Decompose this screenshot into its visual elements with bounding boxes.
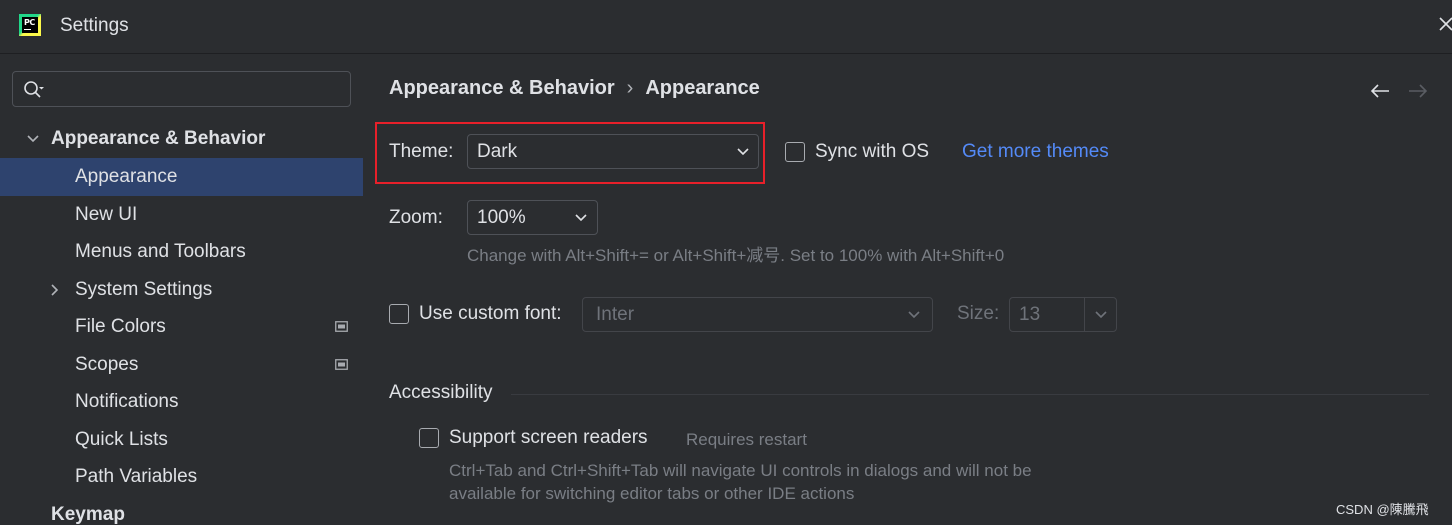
settings-sidebar: Appearance & Behavior Appearance New UI … bbox=[0, 55, 363, 525]
tree-item-label: System Settings bbox=[75, 279, 213, 300]
font-size-label: Size: bbox=[957, 303, 1000, 324]
settings-search-input[interactable] bbox=[53, 76, 343, 102]
forward-arrow-icon[interactable] bbox=[1407, 81, 1429, 101]
tree-item-system-settings[interactable]: System Settings bbox=[0, 271, 363, 309]
chevron-down-icon[interactable] bbox=[26, 132, 40, 146]
close-icon[interactable] bbox=[1436, 12, 1452, 36]
zoom-label: Zoom: bbox=[389, 207, 443, 228]
tree-item-new-ui[interactable]: New UI bbox=[0, 196, 363, 234]
project-level-icon bbox=[335, 321, 348, 332]
support-screen-readers-checkbox[interactable] bbox=[419, 428, 439, 448]
chevron-down-icon bbox=[908, 311, 920, 319]
tree-item-quick-lists[interactable]: Quick Lists bbox=[0, 421, 363, 459]
section-divider bbox=[511, 394, 1429, 395]
breadcrumb: Appearance & Behavior › Appearance bbox=[389, 77, 760, 100]
theme-dropdown-value: Dark bbox=[477, 141, 518, 162]
project-level-icon bbox=[335, 359, 348, 370]
tree-item-appearance-behavior[interactable]: Appearance & Behavior bbox=[0, 120, 363, 158]
breadcrumb-separator: › bbox=[626, 77, 634, 99]
window-title: Settings bbox=[60, 15, 129, 36]
accessibility-hint-line-2: available for switching editor tabs or o… bbox=[449, 484, 855, 503]
settings-content: Appearance & Behavior › Appearance Theme: … bbox=[363, 55, 1452, 525]
search-icon bbox=[24, 81, 44, 98]
accessibility-heading: Accessibility bbox=[389, 382, 493, 403]
settings-search-box[interactable] bbox=[12, 71, 351, 107]
use-custom-font-label[interactable]: Use custom font: bbox=[419, 303, 562, 325]
requires-restart-note: Requires restart bbox=[686, 430, 807, 449]
zoom-hint: Change with Alt+Shift+= or Alt+Shift+减号.… bbox=[467, 246, 1005, 265]
zoom-dropdown-value: 100% bbox=[477, 207, 526, 228]
tree-item-label: Keymap bbox=[51, 504, 125, 525]
chevron-down-icon bbox=[1095, 311, 1107, 319]
tree-item-label: Scopes bbox=[75, 354, 139, 375]
tree-item-label: Path Variables bbox=[75, 466, 198, 487]
sync-with-os-label[interactable]: Sync with OS bbox=[815, 141, 929, 163]
get-more-themes-link[interactable]: Get more themes bbox=[962, 141, 1109, 163]
tree-item-label: Quick Lists bbox=[75, 429, 168, 450]
pycharm-logo-icon: PC bbox=[19, 14, 41, 36]
chevron-down-icon bbox=[737, 148, 749, 156]
zoom-dropdown[interactable]: 100% bbox=[467, 200, 598, 235]
tree-item-notifications[interactable]: Notifications bbox=[0, 383, 363, 421]
accessibility-hint-line-1: Ctrl+Tab and Ctrl+Shift+Tab will navigat… bbox=[449, 461, 1032, 480]
custom-font-dropdown[interactable]: Inter bbox=[582, 297, 933, 332]
theme-dropdown[interactable]: Dark bbox=[467, 134, 759, 169]
tree-item-path-variables[interactable]: Path Variables bbox=[0, 458, 363, 496]
tree-item-label: File Colors bbox=[75, 316, 166, 337]
tree-item-scopes[interactable]: Scopes bbox=[0, 346, 363, 384]
support-screen-readers-label[interactable]: Support screen readers bbox=[449, 427, 648, 449]
custom-font-value: Inter bbox=[596, 304, 635, 325]
title-bar: PC Settings bbox=[0, 0, 1452, 54]
tree-item-keymap[interactable]: Keymap bbox=[0, 496, 363, 525]
chevron-down-icon bbox=[575, 214, 587, 222]
tree-item-label: Appearance & Behavior bbox=[51, 128, 266, 149]
breadcrumb-parent[interactable]: Appearance & Behavior bbox=[389, 77, 615, 100]
tree-item-label: Appearance bbox=[75, 166, 178, 187]
font-size-combo[interactable]: 13 bbox=[1009, 297, 1117, 332]
tree-item-label: Notifications bbox=[75, 391, 179, 412]
watermark: CSDN @陳騰飛 bbox=[1336, 502, 1429, 517]
tree-item-appearance[interactable]: Appearance bbox=[0, 158, 363, 196]
tree-item-label: New UI bbox=[75, 204, 138, 225]
chevron-right-icon[interactable] bbox=[48, 283, 62, 297]
use-custom-font-checkbox[interactable] bbox=[389, 304, 409, 324]
breadcrumb-current: Appearance bbox=[645, 77, 760, 99]
tree-item-file-colors[interactable]: File Colors bbox=[0, 308, 363, 346]
tree-item-label: Menus and Toolbars bbox=[75, 241, 246, 262]
sync-with-os-checkbox[interactable] bbox=[785, 142, 805, 162]
theme-label: Theme: bbox=[389, 141, 454, 162]
tree-item-menus-toolbars[interactable]: Menus and Toolbars bbox=[0, 233, 363, 271]
back-arrow-icon[interactable] bbox=[1369, 81, 1391, 101]
combo-divider bbox=[1084, 298, 1085, 331]
font-size-value: 13 bbox=[1019, 304, 1041, 325]
